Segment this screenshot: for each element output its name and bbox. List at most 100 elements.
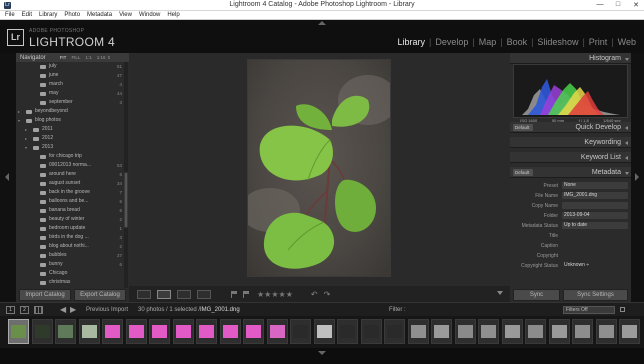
filmstrip-thumbnail[interactable] [595, 319, 617, 344]
module-slideshow[interactable]: Slideshow [537, 37, 578, 47]
zoom-fill[interactable]: FILL [71, 55, 80, 61]
filmstrip-thumbnail[interactable] [548, 319, 570, 344]
filmstrip-thumbnail[interactable] [172, 319, 194, 344]
filmstrip-thumbnail[interactable] [125, 319, 147, 344]
filmstrip-thumbnail[interactable] [8, 319, 29, 344]
screen-2-button[interactable]: 2 [20, 306, 29, 314]
grid-view-button[interactable] [137, 289, 151, 299]
module-print[interactable]: Print [589, 37, 608, 47]
menu-window[interactable]: Window [139, 12, 160, 18]
keywording-header[interactable]: Keywording [510, 137, 631, 148]
menu-photo[interactable]: Photo [64, 12, 80, 18]
caret-right-icon[interactable]: ▸ [18, 107, 20, 116]
folder-item[interactable]: may 44 [16, 89, 124, 98]
menu-view[interactable]: View [119, 12, 132, 18]
module-web[interactable]: Web [618, 37, 636, 47]
menu-help[interactable]: Help [167, 12, 179, 18]
metadata-header[interactable]: Default Metadata [510, 167, 631, 178]
left-panel-toggle-strip[interactable] [0, 53, 16, 302]
folder-item[interactable]: march 4 [16, 80, 124, 89]
folder-item[interactable]: bubbles 27 [16, 251, 124, 260]
metadata-value-field[interactable]: Up to date [562, 222, 628, 229]
filmstrip-thumbnail[interactable] [55, 319, 76, 344]
folder-item[interactable]: Chicago [16, 269, 124, 278]
folder-item[interactable]: june 47 [16, 71, 124, 80]
collapse-left-panel-icon[interactable] [5, 173, 9, 181]
folder-item[interactable]: ▸ 2011 [16, 125, 124, 134]
filmstrip-thumbnail[interactable] [149, 319, 170, 344]
back-arrow-icon[interactable]: ◀ [60, 305, 66, 314]
folder-item[interactable]: bedroom update 1 [16, 224, 124, 233]
folder-item[interactable]: balloons and be... 6 [16, 197, 124, 206]
filmstrip-thumbnail[interactable] [525, 319, 546, 344]
metadata-value-field[interactable]: None [562, 182, 628, 189]
folder-scrollbar[interactable] [124, 62, 128, 288]
menu-edit[interactable]: Edit [22, 12, 32, 18]
screen-1-button[interactable]: 1 [6, 306, 15, 314]
survey-view-button[interactable] [197, 289, 211, 299]
filmstrip-thumbnail[interactable] [572, 319, 593, 344]
collapse-right-panel-icon[interactable] [635, 173, 639, 181]
menu-library[interactable]: Library [39, 12, 57, 18]
sync-settings-button[interactable]: Sync Settings [563, 289, 628, 301]
flag-reject-icon[interactable] [243, 290, 249, 298]
filmstrip-thumbnail[interactable] [313, 319, 335, 344]
module-library[interactable]: Library [397, 37, 425, 47]
folder-item[interactable]: ▸ 2012 [16, 134, 124, 143]
caret-down-icon[interactable]: ▾ [25, 143, 27, 152]
folder-item[interactable]: christmas [16, 278, 124, 287]
navigator-header[interactable]: Navigator FIT FILL 1:1 1:16 ⇕ [16, 53, 129, 62]
close-button[interactable]: ✕ [630, 1, 642, 9]
metadata-value-field[interactable] [562, 252, 628, 259]
flag-pick-icon[interactable] [231, 290, 237, 298]
folder-item[interactable]: bunny 6 [16, 260, 124, 269]
metadata-value-field[interactable] [562, 242, 628, 249]
compare-view-button[interactable] [177, 289, 191, 299]
rotate-right-icon[interactable]: ↷ [324, 290, 331, 299]
filmstrip-thumbnail[interactable] [431, 319, 452, 344]
filmstrip-thumbnail[interactable] [219, 319, 241, 344]
loupe-view-button[interactable] [157, 289, 171, 299]
export-catalog-button[interactable]: Export Catalog [74, 289, 126, 301]
right-panel-toggle-strip[interactable] [631, 53, 644, 302]
zoom-fit[interactable]: FIT [60, 55, 67, 61]
toolbar-menu-icon[interactable] [497, 291, 503, 295]
metadata-value-field[interactable]: Unknown ÷ [562, 262, 628, 269]
maximize-button[interactable]: □ [612, 1, 624, 9]
collapse-filmstrip-icon[interactable] [318, 351, 326, 355]
grid-icon[interactable] [34, 306, 43, 314]
filmstrip-source[interactable]: Previous Import [86, 307, 128, 313]
filmstrip-thumbnail[interactable] [78, 319, 100, 344]
folder-item[interactable]: ▾ blog photos [16, 116, 124, 125]
folder-item[interactable]: blog about nothi... 2 [16, 242, 124, 251]
filmstrip-thumbnail[interactable] [384, 319, 405, 344]
folder-item[interactable]: ▸ beyondbeyond [16, 107, 124, 116]
filmstrip-thumbnail[interactable] [290, 319, 311, 344]
scrollbar-thumb[interactable] [124, 172, 128, 228]
filmstrip-thumbnail[interactable] [501, 319, 523, 344]
folder-item[interactable]: september 3 [16, 98, 124, 107]
filmstrip-thumbnail[interactable] [360, 319, 382, 344]
folder-item[interactable]: back in the groove 7 [16, 188, 124, 197]
filmstrip-thumbnail[interactable] [196, 319, 217, 344]
import-catalog-button[interactable]: Import Catalog [19, 289, 71, 301]
filmstrip-thumbnail[interactable] [619, 319, 640, 344]
metadata-value-field[interactable] [562, 202, 628, 209]
module-map[interactable]: Map [479, 37, 497, 47]
filmstrip-thumbnail[interactable] [454, 319, 476, 344]
zoom-1-16[interactable]: 1:16 ⇕ [97, 55, 111, 61]
filmstrip-thumbnail[interactable] [266, 319, 288, 344]
rotate-left-icon[interactable]: ↶ [311, 290, 318, 299]
caret-right-icon[interactable]: ▸ [25, 125, 27, 134]
folder-item[interactable]: july 51 [16, 62, 124, 71]
filmstrip-thumbnail[interactable] [243, 319, 264, 344]
forward-arrow-icon[interactable]: ▶ [70, 305, 76, 314]
zoom-1-1[interactable]: 1:1 [85, 55, 91, 61]
filmstrip-thumbnail[interactable] [31, 319, 53, 344]
filmstrip-thumbnail[interactable] [407, 319, 429, 344]
quick-develop-preset-select[interactable]: Default [513, 124, 533, 131]
filmstrip-thumbnail[interactable] [478, 319, 499, 344]
folder-item[interactable]: 09012013 norma... 53 [16, 161, 124, 170]
caret-right-icon[interactable]: ▸ [25, 134, 27, 143]
quick-develop-header[interactable]: Default Quick Develop [510, 122, 631, 133]
